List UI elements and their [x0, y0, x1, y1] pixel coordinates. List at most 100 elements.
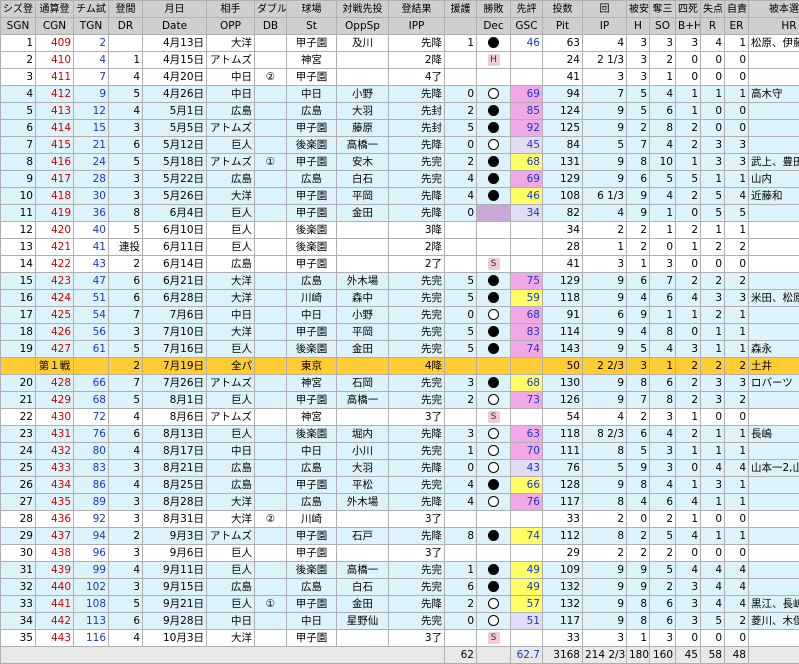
home-runs-allowed-by: 土井 — [749, 358, 799, 375]
win-mark-icon — [488, 275, 499, 286]
season-game-number: 27 — [1, 494, 36, 511]
opposing-starter: 高橋一 — [337, 392, 389, 409]
hits-allowed: 7 — [627, 392, 650, 409]
game-row: 194276157月16日巨人後楽園金田先完574143954311森永 — [1, 341, 799, 358]
strikeouts: 2 — [650, 52, 676, 69]
doubleheader — [255, 528, 287, 545]
career-game-number: 416 — [36, 154, 74, 171]
walks-hbp: 3 — [676, 341, 701, 358]
team-game-number: 113 — [74, 613, 109, 630]
appearance-result: 先降 — [389, 137, 445, 154]
days-rest: 5 — [109, 222, 143, 239]
game-row: 294379429月3日アトムズ甲子園石戸先降874112825411 — [1, 528, 799, 545]
hold-mark: H — [488, 54, 500, 66]
innings-pitched: 9 — [583, 596, 627, 613]
runs-allowed: 4 — [701, 579, 725, 596]
hits-allowed: 4 — [627, 324, 650, 341]
decision: S — [477, 409, 511, 426]
header-cell: ER — [725, 18, 749, 35]
walks-hbp: 0 — [676, 545, 701, 562]
team-game-number: 21 — [74, 137, 109, 154]
career-game-number: 419 — [36, 205, 74, 222]
days-rest: 6 — [109, 426, 143, 443]
team-game-number: 89 — [74, 494, 109, 511]
opponent: 大洋 — [207, 290, 255, 307]
strikeouts: 8 — [650, 392, 676, 409]
home-runs-allowed-by — [749, 222, 799, 239]
game-score: 83 — [511, 324, 543, 341]
opposing-starter: 外木場 — [337, 273, 389, 290]
win-mark-icon — [488, 479, 499, 490]
days-rest: 3 — [109, 120, 143, 137]
stadium: 甲子園 — [287, 630, 337, 647]
opposing-starter: 小野 — [337, 307, 389, 324]
runs-allowed: 0 — [701, 52, 725, 69]
appearance-result: 先降 — [389, 86, 445, 103]
opponent: 巨人 — [207, 341, 255, 358]
decision — [477, 545, 511, 562]
game-row: 164245166月28日大洋川崎森中先完559118946433米田、松原 — [1, 290, 799, 307]
game-date: 4月26日 — [143, 86, 207, 103]
earned-runs: 1 — [725, 477, 749, 494]
season-game-number: 23 — [1, 426, 36, 443]
game-score: 34 — [511, 205, 543, 222]
doubleheader — [255, 545, 287, 562]
game-date: 4月15日 — [143, 52, 207, 69]
earned-runs: 1 — [725, 443, 749, 460]
home-runs-allowed-by: 黒江、長嶋 — [749, 596, 799, 613]
appearance-result: 先降 — [389, 205, 445, 222]
home-runs-allowed-by — [749, 477, 799, 494]
game-date: 6月28日 — [143, 290, 207, 307]
walks-hbp: 1 — [676, 154, 701, 171]
earned-runs: 0 — [725, 52, 749, 69]
team-game-number: 24 — [74, 154, 109, 171]
appearance-result: 先降 — [389, 494, 445, 511]
game-date: 8月6日 — [143, 409, 207, 426]
walks-hbp: 0 — [676, 205, 701, 222]
season-game-number: 30 — [1, 545, 36, 562]
game-row: 54131245月1日広島広島大羽先封285124956100 — [1, 103, 799, 120]
pitch-count: 118 — [543, 426, 583, 443]
pitch-count: 109 — [543, 562, 583, 579]
game-date: 5月5日 — [143, 120, 207, 137]
strikeouts: 1 — [650, 205, 676, 222]
runs-allowed: 4 — [701, 596, 725, 613]
season-game-number: 17 — [1, 307, 36, 324]
season-game-number: 2 — [1, 52, 36, 69]
team-game-number: 96 — [74, 545, 109, 562]
totals-spacer — [1, 647, 445, 664]
home-runs-allowed-by — [749, 528, 799, 545]
season-game-number: 12 — [1, 222, 36, 239]
team-game-number — [74, 358, 109, 375]
hits-allowed: 0 — [627, 511, 650, 528]
stadium: 甲子園 — [287, 596, 337, 613]
walks-hbp: 0 — [676, 256, 701, 273]
runs-allowed: 1 — [701, 171, 725, 188]
opponent: 巨人 — [207, 596, 255, 613]
career-game-number: 435 — [36, 494, 74, 511]
doubleheader — [255, 307, 287, 324]
team-game-number: 36 — [74, 205, 109, 222]
days-rest: 8 — [109, 205, 143, 222]
earned-runs: 0 — [725, 630, 749, 647]
stadium: 中日 — [287, 86, 337, 103]
appearance-result: 先降 — [389, 460, 445, 477]
header-cell: St — [287, 18, 337, 35]
game-date: 8月28日 — [143, 494, 207, 511]
doubleheader — [255, 494, 287, 511]
hits-allowed: 3 — [627, 35, 650, 52]
earned-runs: 4 — [725, 596, 749, 613]
stadium: 神宮 — [287, 409, 337, 426]
header-cell — [445, 18, 477, 35]
career-game-number: 439 — [36, 562, 74, 579]
days-rest: 3 — [109, 545, 143, 562]
run-support: 3 — [445, 375, 477, 392]
career-game-number: 440 — [36, 579, 74, 596]
doubleheader — [255, 86, 287, 103]
hits-allowed: 6 — [627, 273, 650, 290]
opponent: 広島 — [207, 460, 255, 477]
team-game-number: 43 — [74, 256, 109, 273]
strikeouts: 2 — [650, 511, 676, 528]
doubleheader — [255, 443, 287, 460]
opposing-starter — [337, 409, 389, 426]
